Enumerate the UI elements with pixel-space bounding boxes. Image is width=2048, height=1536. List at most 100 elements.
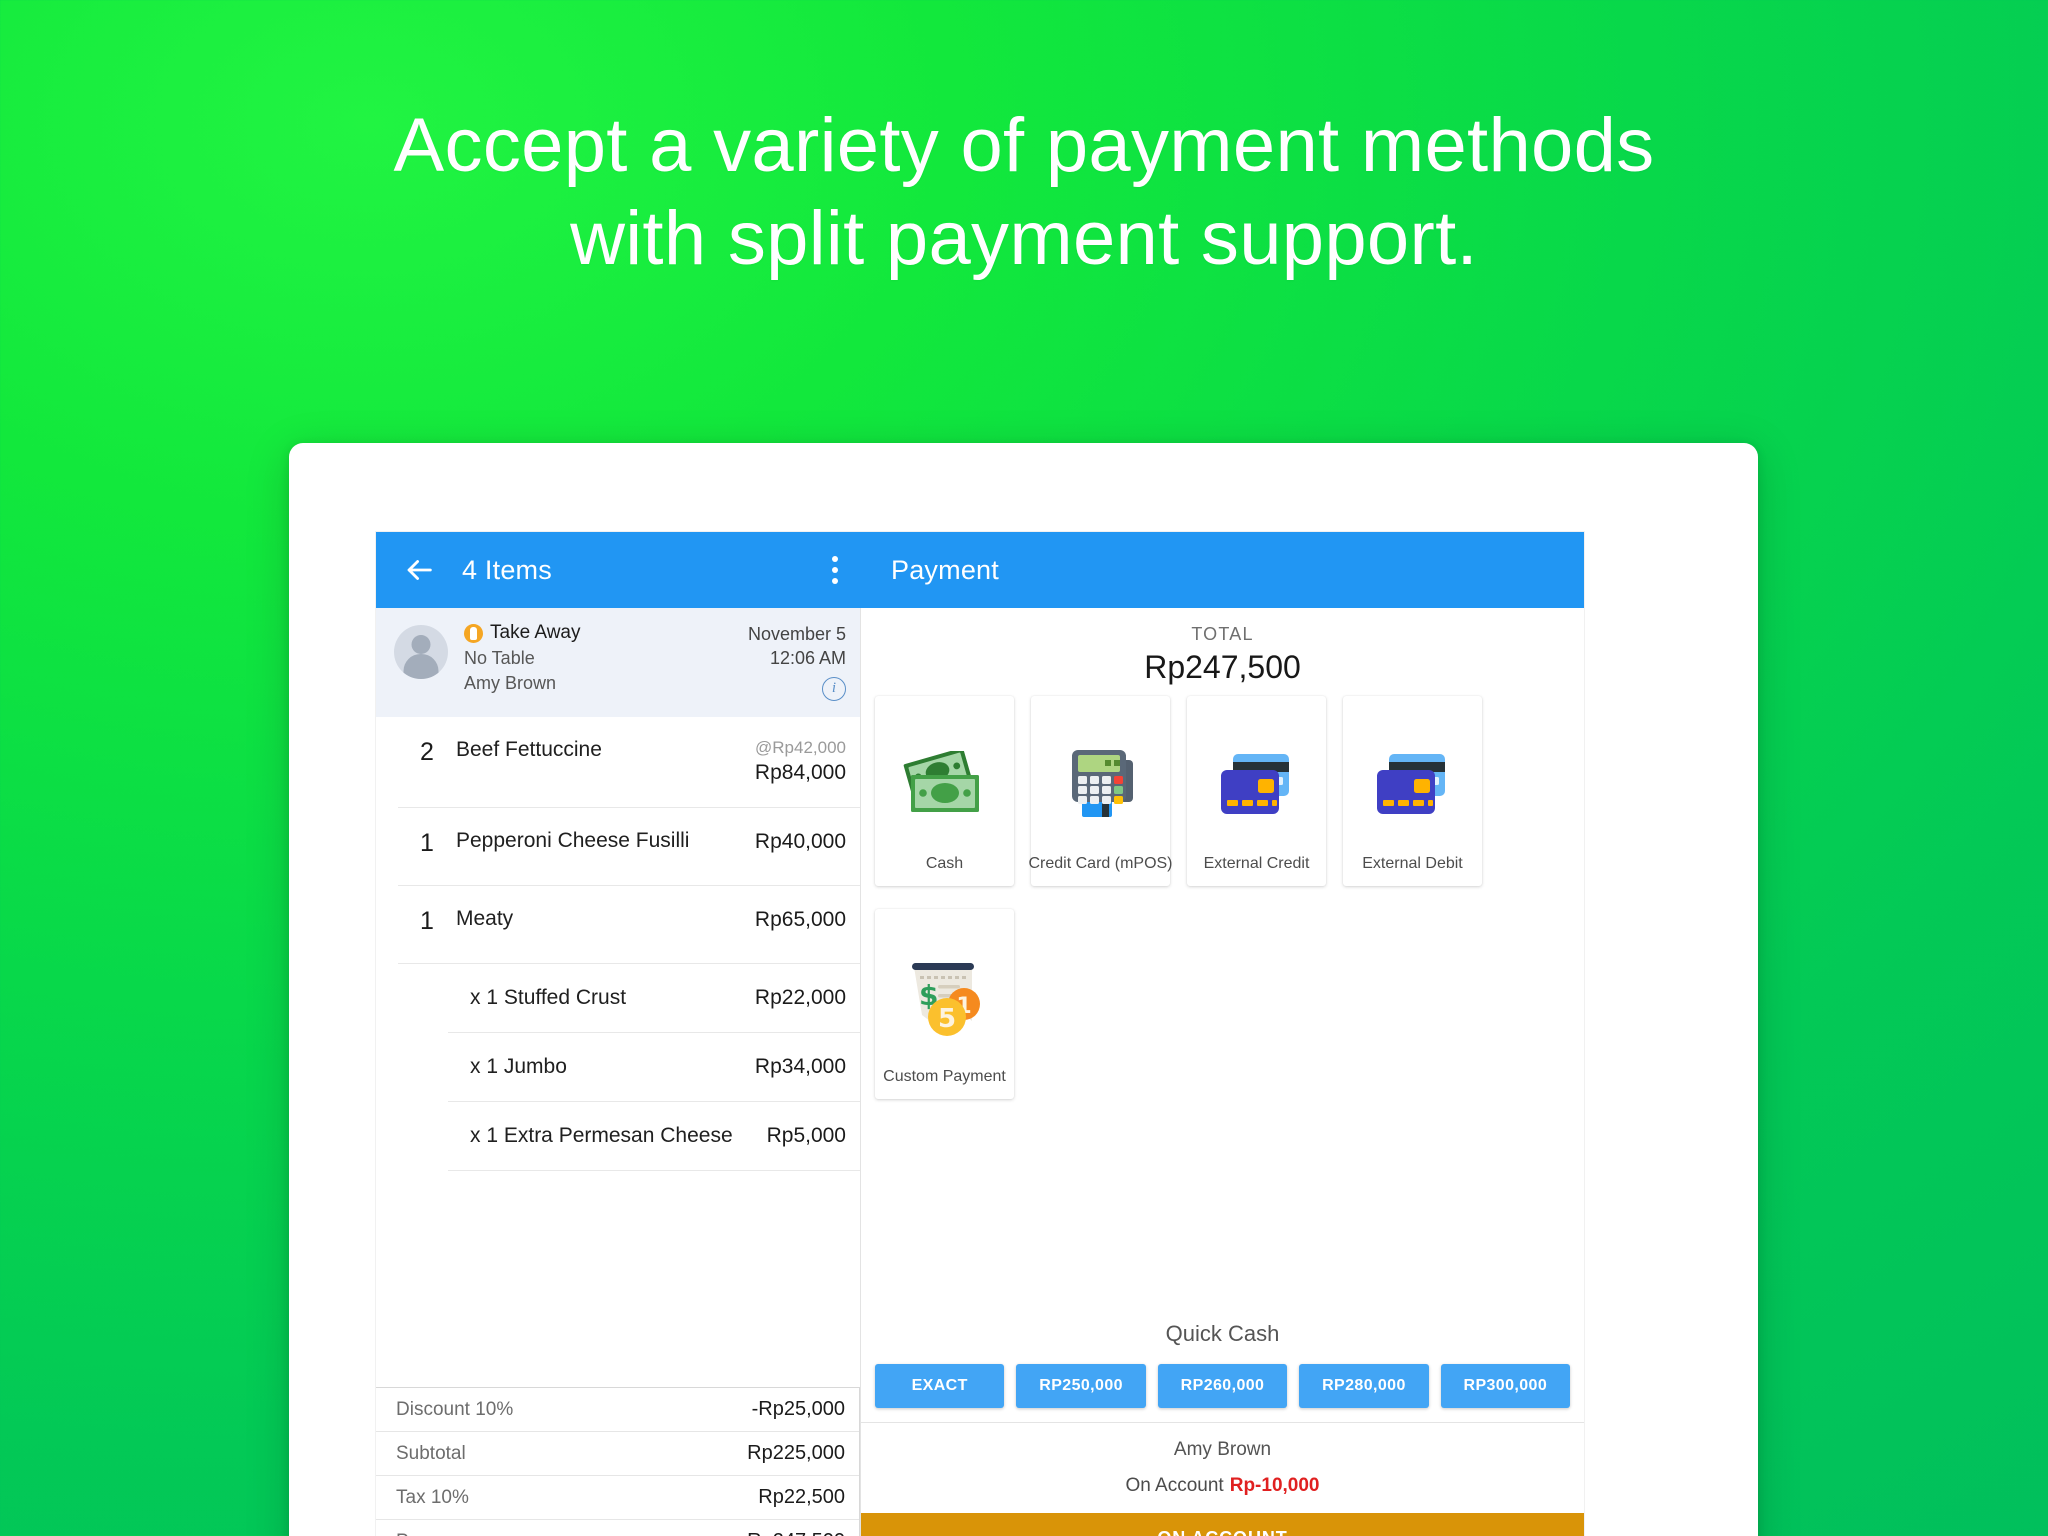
order-timestamp: November 5 12:06 AM i <box>748 622 846 701</box>
quick-cash-buttons: EXACT RP250,000 RP260,000 RP280,000 RP30… <box>861 1364 1584 1408</box>
totals-value: Rp225,000 <box>747 1442 845 1464</box>
item-price-group: Rp40,000 <box>747 828 846 856</box>
totals-label: Tax 10% <box>396 1486 469 1508</box>
item-quantity: 1 <box>420 907 434 936</box>
order-title: 4 Items <box>462 554 552 585</box>
payment-method-credit-card-mpos[interactable]: Credit Card (mPOS) <box>1028 696 1173 886</box>
on-account-section: Amy Brown On AccountRp-10,000 ON ACCOUNT <box>861 1422 1584 1536</box>
order-date: November 5 <box>747 624 846 644</box>
totals-label: Discount 10% <box>396 1398 514 1420</box>
modifier-price: Rp5,000 <box>766 1124 846 1148</box>
totals-label: Pay <box>396 1531 429 1536</box>
totals-row-pay[interactable]: Pay Rp247,500 <box>376 1520 859 1536</box>
quick-cash-title: Quick Cash <box>1165 1321 1280 1346</box>
order-type: Take Away <box>464 622 748 644</box>
account-customer-name: Amy Brown <box>1173 1439 1272 1460</box>
item-name: Pepperoni Cheese Fusilli <box>456 829 690 853</box>
card-terminal-icon <box>1037 714 1164 854</box>
account-balance-amount: Rp-10,000 <box>1229 1475 1320 1496</box>
quick-cash-300000-button[interactable]: RP300,000 <box>1440 1364 1571 1408</box>
modifier-price: Rp34,000 <box>754 1055 846 1079</box>
payment-method-external-debit[interactable]: External Debit <box>1343 696 1482 886</box>
account-balance-row: On Account Rp-10,000 <box>861 1461 1584 1513</box>
totals-value: -Rp25,000 <box>751 1398 845 1420</box>
payment-total-amount: Rp247,500 <box>1144 649 1301 685</box>
order-items-list: 2 Beef Fettuccine @Rp42,000 Rp84,000 1 P… <box>376 716 860 1387</box>
quick-cash-250000-button[interactable]: RP250,000 <box>1016 1364 1146 1408</box>
app-bar-left-section: 4 Items <box>376 532 861 608</box>
quick-cash-section: Quick Cash EXACT RP250,000 RP260,000 RP2… <box>861 1099 1584 1422</box>
app-screen: 4 Items Payment Take Away No Table Amy B… <box>376 532 1584 1536</box>
modifier-name: x 1 Stuffed Crust <box>470 986 627 1010</box>
payment-method-label: Cash <box>925 854 964 872</box>
payment-method-external-credit[interactable]: External Credit <box>1187 696 1326 886</box>
item-quantity: 2 <box>420 737 434 766</box>
item-name: Beef Fettuccine <box>456 737 602 761</box>
promo-headline-line-1: Accept a variety of payment methods <box>393 103 1655 188</box>
customer-summary-row[interactable]: Take Away No Table Amy Brown November 5 … <box>376 608 860 717</box>
payment-total-label: TOTAL <box>1191 624 1254 644</box>
item-total-price: Rp40,000 <box>754 830 846 854</box>
overflow-dot <box>832 556 838 562</box>
cash-banknotes-icon <box>881 714 1008 854</box>
info-icon[interactable]: i <box>822 676 846 701</box>
device-frame: 4 Items Payment Take Away No Table Amy B… <box>289 443 1758 1536</box>
overflow-dot <box>832 578 838 584</box>
order-totals: Discount 10% -Rp25,000 Subtotal Rp225,00… <box>376 1387 860 1536</box>
payment-method-label: External Credit <box>1203 854 1310 872</box>
customer-details: Take Away No Table Amy Brown <box>464 622 748 694</box>
totals-value: Rp247,500 <box>747 1530 845 1536</box>
debit-cards-icon <box>1349 714 1476 854</box>
item-total-price: Rp65,000 <box>754 908 846 932</box>
quick-cash-exact-button[interactable]: EXACT <box>875 1364 1005 1408</box>
modifier-price: Rp22,000 <box>754 986 846 1010</box>
payment-method-custom-payment[interactable]: $ 1 5 Custom Payment <box>875 909 1014 1099</box>
back-arrow-icon[interactable] <box>402 553 436 587</box>
payment-method-label: Credit Card (mPOS) <box>1028 854 1173 872</box>
item-quantity: 1 <box>420 829 434 858</box>
modifier-name: x 1 Jumbo <box>470 1055 567 1079</box>
item-price-group: @Rp42,000 Rp84,000 <box>747 737 846 787</box>
payment-method-label: External Debit <box>1362 854 1463 872</box>
quick-cash-280000-button[interactable]: RP280,000 <box>1299 1364 1429 1408</box>
account-balance-label: On Account <box>1125 1475 1224 1496</box>
payment-method-cash[interactable]: Cash <box>875 696 1014 886</box>
on-account-button[interactable]: ON ACCOUNT <box>861 1513 1584 1536</box>
content-split: Take Away No Table Amy Brown November 5 … <box>376 608 1584 1536</box>
table-row[interactable]: x 1 Stuffed Crust Rp22,000 <box>448 964 860 1034</box>
table-row[interactable]: x 1 Extra Permesan Cheese Rp5,000 <box>448 1102 860 1172</box>
receipt-coins-icon: $ 1 5 <box>881 927 1008 1067</box>
overflow-menu-icon[interactable] <box>817 556 853 584</box>
table-row[interactable]: 2 Beef Fettuccine @Rp42,000 Rp84,000 <box>398 717 860 809</box>
table-row[interactable]: 1 Pepperoni Cheese Fusilli Rp40,000 <box>398 808 860 887</box>
item-total-price: Rp84,000 <box>754 760 846 784</box>
order-type-label: Take Away <box>490 622 581 643</box>
totals-label: Subtotal <box>396 1442 466 1464</box>
totals-value: Rp22,500 <box>758 1486 845 1508</box>
table-label: No Table <box>464 648 535 668</box>
quick-cash-260000-button[interactable]: RP260,000 <box>1157 1364 1288 1408</box>
order-time: 12:06 AM <box>769 648 846 669</box>
payment-total-header: TOTAL Rp247,500 <box>861 608 1584 696</box>
modifier-name: x 1 Extra Permesan Cheese <box>470 1124 733 1148</box>
app-bar-right-section: Payment <box>861 532 1584 608</box>
customer-name: Amy Brown <box>464 673 557 693</box>
totals-row-discount[interactable]: Discount 10% -Rp25,000 <box>376 1388 859 1432</box>
svg-text:5: 5 <box>937 1004 955 1034</box>
credit-cards-icon <box>1193 714 1320 854</box>
payment-methods-grid: Cash Credit Card (mPOS) External Credit … <box>861 696 1584 1099</box>
order-panel: Take Away No Table Amy Brown November 5 … <box>376 608 861 1536</box>
promo-headline: Accept a variety of payment methods with… <box>0 100 2048 285</box>
promo-headline-line-2: with split payment support. <box>570 195 1478 281</box>
item-name: Meaty <box>456 907 514 931</box>
avatar <box>394 625 448 679</box>
takeaway-icon <box>464 623 483 643</box>
totals-row-tax[interactable]: Tax 10% Rp22,500 <box>376 1476 859 1520</box>
payment-method-label: Custom Payment <box>883 1067 1006 1085</box>
table-row[interactable]: 1 Meaty Rp65,000 <box>398 886 860 965</box>
table-row[interactable]: x 1 Jumbo Rp34,000 <box>448 1033 860 1103</box>
item-unit-price: @Rp42,000 <box>755 737 846 757</box>
item-price-group: Rp65,000 <box>747 906 846 934</box>
payment-title: Payment <box>891 554 999 585</box>
totals-row-subtotal[interactable]: Subtotal Rp225,000 <box>376 1432 859 1476</box>
